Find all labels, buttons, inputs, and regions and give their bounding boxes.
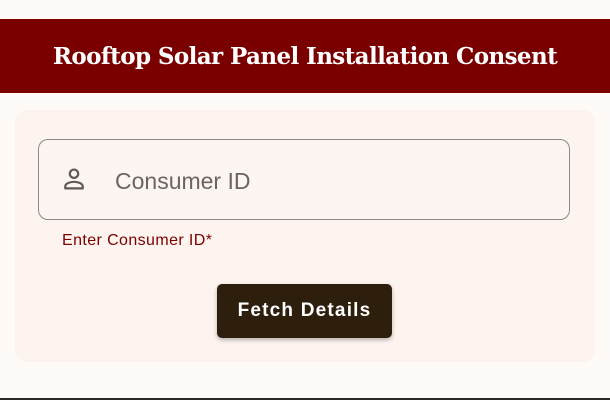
page-title: Rooftop Solar Panel Installation Consent <box>52 42 558 70</box>
consumer-id-helper-text: Enter Consumer ID* <box>62 232 213 249</box>
person-icon <box>64 168 84 190</box>
app-header: Rooftop Solar Panel Installation Consent <box>0 19 610 93</box>
consumer-id-input[interactable] <box>115 162 545 200</box>
top-strip <box>0 0 610 19</box>
fetch-details-button[interactable]: Fetch Details <box>217 284 392 338</box>
